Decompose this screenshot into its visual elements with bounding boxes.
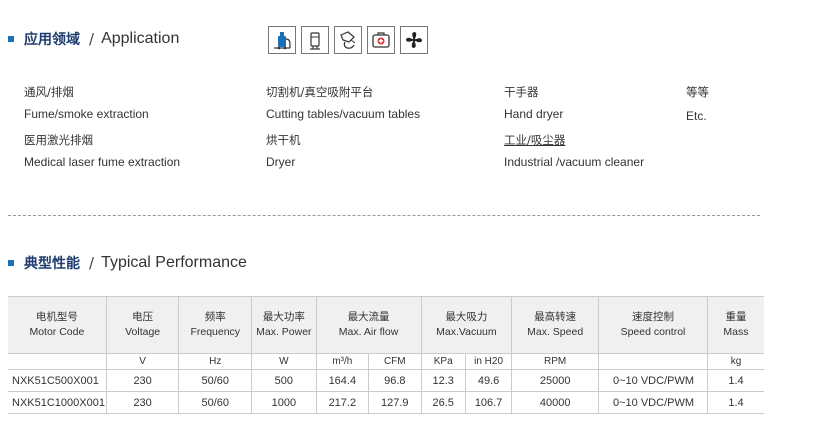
table-cell: 0~10 VDC/PWM (598, 391, 708, 414)
application-item-en: Medical laser fume extraction (24, 155, 181, 169)
medical-kit-icon (367, 26, 395, 54)
vacuum-cleaner-icon (268, 26, 296, 54)
table-cell: 50/60 (178, 369, 253, 392)
application-item-en: Etc. (686, 109, 707, 123)
application-item: 等等 Etc. (686, 84, 709, 124)
column-header: 重量 Mass (706, 296, 764, 354)
table-cell: NXK51C1000X001 (8, 391, 107, 414)
application-header: 应用领域 / Application (8, 27, 179, 51)
application-item: 烘干机 Dryer (266, 132, 301, 170)
table-cell: 96.8 (368, 369, 422, 392)
unit-cell: KPa (420, 353, 466, 370)
table-row: NXK51C500X001 230 50/60 500 164.4 96.8 1… (8, 369, 764, 392)
unit-cell: in H20 (464, 353, 513, 370)
section-divider (8, 215, 760, 216)
application-icons (268, 26, 428, 54)
application-title-en: Application (101, 30, 180, 47)
table-cell: 127.9 (368, 391, 422, 414)
application-title-zh: 应用领域 (24, 32, 80, 48)
table-cell: 49.6 (464, 369, 513, 392)
table-cell: 217.2 (315, 391, 370, 414)
application-item-zh: 烘干机 (266, 133, 301, 147)
application-item-zh: 医用激光排烟 (24, 133, 93, 147)
application-item-en: Dryer (266, 155, 296, 169)
table-cell: 1.4 (706, 369, 764, 392)
unit-cell: kg (706, 353, 764, 370)
unit-cell: m³/h (315, 353, 370, 370)
application-item-en: Fume/smoke extraction (24, 107, 149, 121)
application-item: 通风/排烟 Fume/smoke extraction (24, 84, 149, 122)
application-item-zh: 等等 (686, 85, 709, 99)
table-unit-row: V Hz W m³/h CFM KPa in H20 RPM kg (8, 353, 764, 370)
unit-cell (8, 353, 107, 370)
application-item-zh: 通风/排烟 (24, 85, 74, 99)
table-cell: 25000 (511, 369, 600, 392)
unit-cell: V (105, 353, 180, 370)
unit-cell: W (251, 353, 317, 370)
table-cell: NXK51C500X001 (8, 369, 107, 392)
unit-cell: RPM (511, 353, 600, 370)
column-header: 最大功率 Max. Power (251, 296, 317, 354)
performance-header: 典型性能 / Typical Performance (8, 251, 247, 275)
application-item: 医用激光排烟 Medical laser fume extraction (24, 132, 180, 170)
table-cell: 230 (105, 391, 180, 414)
table-header-row: 电机型号 Motor Code 电压 Voltage 频率 Frequency 最大功… (8, 296, 764, 354)
application-item-zh: 切割机/真空吸附平台 (266, 85, 374, 99)
application-item: 工业/吸尘器 Industrial /vacuum cleaner (504, 132, 644, 170)
bullet-square-icon (8, 260, 14, 266)
table-cell: 40000 (511, 391, 600, 414)
column-header: 电机型号 Motor Code (8, 296, 107, 354)
unit-cell: CFM (368, 353, 422, 370)
application-item-en: Hand dryer (504, 107, 564, 121)
title-separator: / (89, 30, 95, 48)
application-item-en: Industrial /vacuum cleaner (504, 155, 645, 169)
application-item-zh: 工业/吸尘器 (504, 133, 566, 147)
column-header: 最高转速 Max. Speed (511, 296, 600, 354)
column-header: 最大流量 Max. Air flow (315, 296, 422, 354)
performance-table: 电机型号 Motor Code 电压 Voltage 频率 Frequency 最大功… (8, 296, 764, 414)
table-row: NXK51C1000X001 230 50/60 1000 217.2 127.… (8, 391, 764, 414)
column-header: 速度控制 Speed control (598, 296, 708, 354)
table-cell: 0~10 VDC/PWM (598, 369, 708, 392)
hand-dryer-icon (334, 26, 362, 54)
performance-title-zh: 典型性能 (24, 256, 80, 272)
application-item: 干手器 Hand dryer (504, 84, 563, 122)
column-header: 最大吸力 Max.Vacuum (420, 296, 513, 354)
table-cell: 230 (105, 369, 180, 392)
table-cell: 12.3 (420, 369, 466, 392)
column-header: 电压 Voltage (105, 296, 180, 354)
application-item: 切割机/真空吸附平台 Cutting tables/vacuum tables (266, 84, 420, 122)
performance-title-en: Typical Performance (101, 254, 247, 271)
table-cell: 1.4 (706, 391, 764, 414)
unit-cell: Hz (178, 353, 253, 370)
table-cell: 1000 (251, 391, 317, 414)
table-cell: 26.5 (420, 391, 466, 414)
application-item-en: Cutting tables/vacuum tables (266, 107, 421, 121)
table-cell: 50/60 (178, 391, 253, 414)
column-header: 频率 Frequency (178, 296, 253, 354)
bullet-square-icon (8, 36, 14, 42)
title-separator: / (89, 254, 95, 272)
fume-extractor-icon (301, 26, 329, 54)
fan-icon (400, 26, 428, 54)
table-cell: 164.4 (315, 369, 370, 392)
unit-cell (598, 353, 708, 370)
table-cell: 500 (251, 369, 317, 392)
table-cell: 106.7 (464, 391, 513, 414)
application-item-zh: 干手器 (504, 85, 539, 99)
